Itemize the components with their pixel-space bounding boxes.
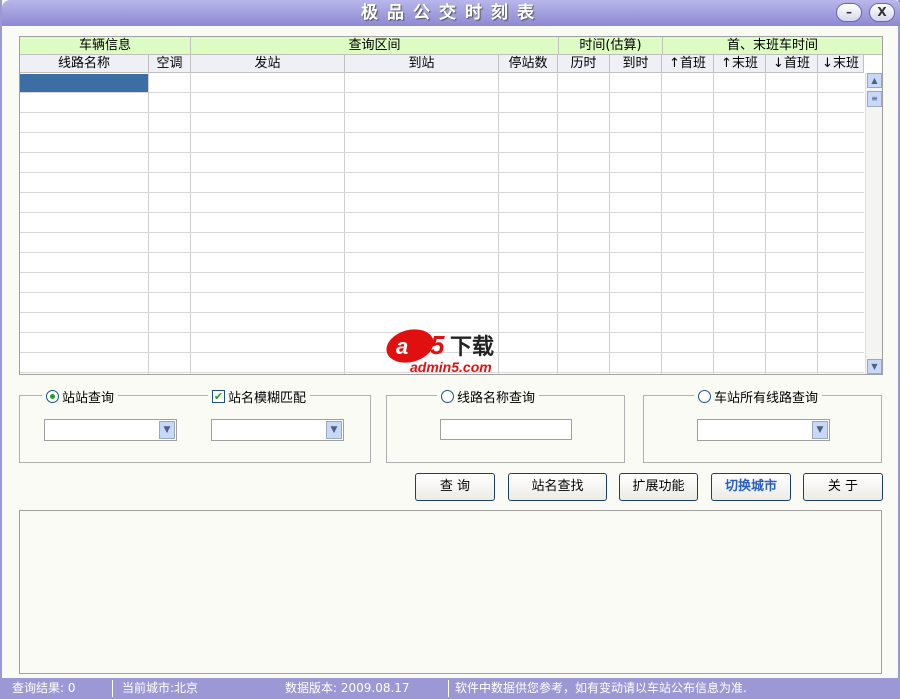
divider — [112, 680, 113, 697]
extend-button[interactable]: 扩展功能 — [619, 473, 698, 501]
fuzzy-match-label: 站名模糊匹配 — [228, 391, 307, 406]
from-station-select[interactable]: ▼ — [44, 419, 177, 441]
radio-icon[interactable] — [46, 390, 59, 403]
divider — [448, 680, 449, 697]
line-name-group: 线路名称查询 — [386, 387, 625, 463]
column-header[interactable]: 到时 — [610, 55, 662, 73]
row-divider — [20, 172, 864, 173]
group-header-first-last: 首、末班车时间 — [663, 37, 882, 55]
line-name-label: 线路名称查询 — [457, 391, 536, 406]
scroll-thumb[interactable]: ≡ — [867, 91, 882, 107]
station-lines-group: 车站所有线路查询 ▼ — [643, 387, 882, 463]
title-bar: 极品公交时刻表 – X — [2, 0, 900, 26]
svg-text:a: a — [396, 334, 408, 359]
column-divider — [557, 73, 558, 374]
checkbox-icon[interactable]: ✔ — [212, 390, 225, 403]
close-button[interactable]: X — [869, 3, 895, 22]
window-title: 极品公交时刻表 — [361, 3, 543, 23]
row-divider — [20, 152, 864, 153]
radio-icon[interactable] — [698, 390, 711, 403]
group-header-interval: 查询区间 — [191, 37, 559, 55]
column-divider — [609, 73, 610, 374]
group-header-vehicle: 车辆信息 — [20, 37, 191, 55]
radio-icon[interactable] — [441, 390, 454, 403]
row-divider — [20, 252, 864, 253]
fuzzy-match-checkbox[interactable]: ✔ 站名模糊匹配 — [208, 387, 311, 406]
column-divider — [148, 73, 149, 374]
column-divider — [190, 73, 191, 374]
to-station-select[interactable]: ▼ — [211, 419, 344, 441]
column-divider — [765, 73, 766, 374]
column-header[interactable]: 到站 — [345, 55, 499, 73]
line-name-radio[interactable]: 线路名称查询 — [437, 387, 540, 406]
row-divider — [20, 272, 864, 273]
station-query-group: 站站查询 ✔ 站名模糊匹配 ▼ ▼ — [19, 387, 371, 463]
find-station-button[interactable]: 站名查找 — [508, 473, 607, 501]
status-notice: 软件中数据供您参考，如有变动请以车站公布信息为准. — [455, 681, 747, 695]
svg-text:下载: 下载 — [450, 334, 494, 360]
column-divider — [817, 73, 818, 374]
column-header[interactable]: 停站数 — [499, 55, 558, 73]
selected-cell[interactable] — [20, 74, 148, 93]
row-divider — [20, 312, 864, 313]
column-divider — [713, 73, 714, 374]
switch-city-button[interactable]: 切换城市 — [711, 473, 791, 501]
detail-textarea[interactable] — [19, 510, 882, 674]
column-header[interactable]: 线路名称 — [20, 55, 149, 73]
station-lines-radio[interactable]: 车站所有线路查询 — [694, 387, 823, 406]
row-divider — [20, 292, 864, 293]
main-window: 极品公交时刻表 – X 车辆信息 查询区间 时间(估算) 首、末班车时间 ▲ ≡… — [0, 0, 900, 699]
status-bar: 查询结果: 0 当前城市:北京 数据版本: 2009.08.17 软件中数据供您… — [2, 678, 900, 699]
row-divider — [20, 192, 864, 193]
status-city: 当前城市:北京 — [122, 681, 199, 695]
column-header[interactable]: ↑末班 — [714, 55, 766, 73]
row-divider — [20, 132, 864, 133]
row-divider — [20, 212, 864, 213]
station-select[interactable]: ▼ — [697, 419, 830, 441]
station-query-radio[interactable]: 站站查询 — [42, 387, 119, 406]
minimize-button[interactable]: – — [836, 3, 862, 22]
row-divider — [20, 232, 864, 233]
column-header[interactable]: 发站 — [191, 55, 345, 73]
scroll-down-icon[interactable]: ▼ — [867, 359, 882, 374]
station-lines-label: 车站所有线路查询 — [714, 391, 819, 406]
column-header[interactable]: 空调 — [149, 55, 191, 73]
scroll-up-icon[interactable]: ▲ — [867, 73, 882, 88]
column-divider — [661, 73, 662, 374]
line-name-input[interactable] — [440, 419, 572, 440]
column-header[interactable]: ↓首班 — [766, 55, 818, 73]
watermark-logo: a 5 下载 admin5.com — [382, 322, 527, 375]
column-header[interactable]: 历时 — [558, 55, 610, 73]
group-header-time: 时间(估算) — [559, 37, 663, 55]
column-header[interactable]: ↑首班 — [662, 55, 714, 73]
status-result: 查询结果: 0 — [12, 681, 76, 695]
column-header[interactable]: ↓末班 — [818, 55, 864, 73]
chevron-down-icon[interactable]: ▼ — [159, 421, 175, 439]
svg-text:5: 5 — [430, 330, 445, 360]
svg-text:admin5.com: admin5.com — [410, 359, 492, 374]
status-version: 数据版本: 2009.08.17 — [285, 681, 410, 695]
chevron-down-icon[interactable]: ▼ — [326, 421, 342, 439]
row-divider — [20, 112, 864, 113]
about-button[interactable]: 关 于 — [803, 473, 883, 501]
column-divider — [344, 73, 345, 374]
station-query-label: 站站查询 — [62, 391, 115, 406]
vertical-scrollbar[interactable]: ▲ ≡ ▼ — [865, 73, 882, 374]
query-button[interactable]: 查 询 — [415, 473, 495, 501]
chevron-down-icon[interactable]: ▼ — [812, 421, 828, 439]
row-divider — [20, 92, 864, 93]
